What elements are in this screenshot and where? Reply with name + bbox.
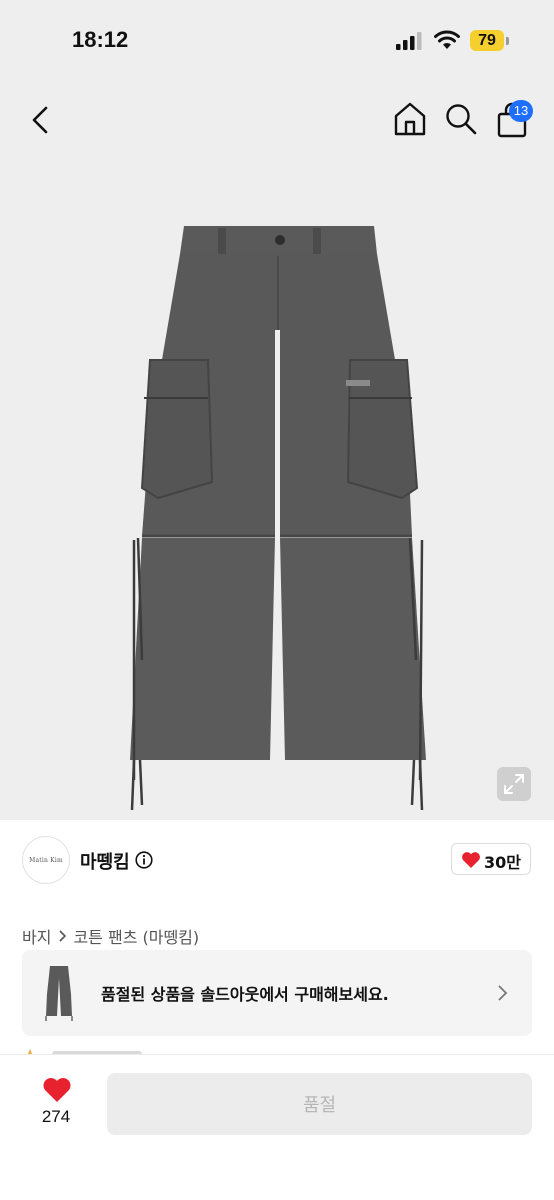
home-icon: [394, 102, 426, 136]
brand-like-count: 30만: [484, 853, 521, 872]
search-icon: [446, 104, 477, 135]
back-button[interactable]: [24, 102, 56, 138]
brand-name[interactable]: 마뗑킴: [80, 848, 130, 874]
cellular-signal-icon: [396, 32, 422, 50]
status-time: 18:12: [72, 27, 129, 52]
chevron-left-icon: [32, 106, 48, 134]
battery-indicator: 79: [470, 30, 504, 51]
heart-icon: [462, 852, 480, 868]
brand-like-button[interactable]: 30만: [451, 843, 531, 875]
search-button[interactable]: [444, 102, 478, 136]
brand-logo[interactable]: Matin Kim: [22, 836, 70, 884]
chevron-right-icon: [498, 985, 508, 1001]
soldout-buy-button[interactable]: 품절: [107, 1073, 532, 1135]
cargo-pants-image: [130, 226, 426, 811]
chevron-right-icon: [59, 930, 67, 942]
expand-image-button[interactable]: [497, 767, 531, 801]
soldout-banner[interactable]: 품절된 상품을 솔드아웃에서 구매해보세요.: [22, 950, 532, 1036]
wifi-icon: [434, 30, 460, 49]
breadcrumb-product-name: 코튼 팬츠 (마뗑킴): [73, 928, 200, 947]
soldout-banner-text: 품절된 상품을 솔드아웃에서 구매해보세요.: [101, 985, 389, 1004]
info-circle-icon[interactable]: [135, 851, 153, 869]
status-bar: 18:12 79: [0, 0, 554, 84]
expand-icon: [504, 774, 524, 794]
like-heart-icon[interactable]: [42, 1076, 72, 1103]
breadcrumb-category[interactable]: 바지: [22, 924, 51, 948]
product-thumbnail: [45, 966, 73, 1021]
breadcrumb: 바지 코튼 팬츠 (마뗑킴): [22, 924, 199, 948]
home-button[interactable]: [392, 100, 428, 138]
like-count: 274: [41, 1107, 71, 1126]
cart-count-badge: 13: [509, 100, 533, 122]
battery-nub: [506, 37, 509, 45]
